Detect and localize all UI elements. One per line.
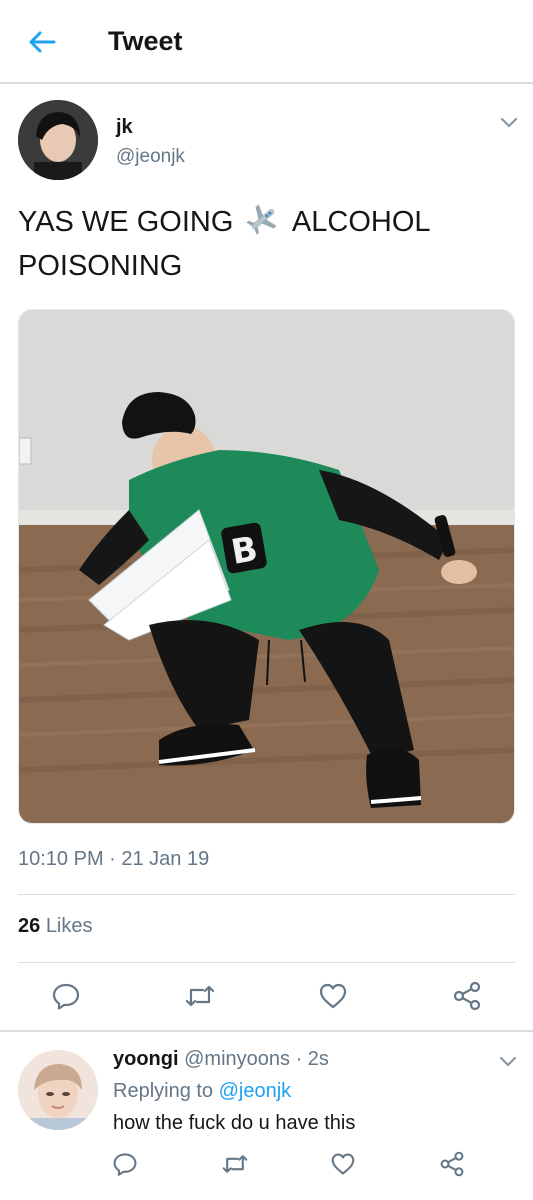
tweet-text: YAS WE GOING ALCOHOL POISONING (18, 200, 518, 288)
replying-to: Replying to @jeonjk (113, 1080, 291, 1103)
share-button[interactable] (436, 1148, 468, 1180)
share-icon (453, 981, 481, 1011)
reply-button[interactable] (48, 978, 84, 1014)
reply-button[interactable] (109, 1148, 141, 1180)
like-button[interactable] (315, 978, 351, 1014)
arrow-left-icon (29, 31, 56, 53)
reply-text: how the fuck do u have this (113, 1112, 356, 1134)
heart-icon (331, 1153, 355, 1175)
airplane-icon (245, 203, 281, 235)
tweet-photo[interactable]: B (18, 309, 515, 824)
chevron-down-icon (500, 117, 518, 128)
avatar-image (18, 1050, 98, 1130)
retweet-icon (185, 985, 215, 1007)
likes-number: 26 (18, 915, 41, 937)
tweet-timestamp[interactable]: 10:10 PM · 21 Jan 19 (18, 848, 209, 871)
back-button[interactable] (22, 24, 62, 60)
more-options-button[interactable] (496, 112, 522, 132)
reply-header: yoongi @minyoons · 2s (113, 1048, 329, 1071)
page-title: Tweet (108, 26, 183, 56)
photo-image: B (19, 310, 514, 823)
likes-label: Likes (45, 915, 93, 937)
retweet-icon (222, 1155, 248, 1173)
replying-to-link[interactable]: @jeonjk (219, 1080, 292, 1102)
author-name[interactable]: jk (116, 116, 133, 139)
likes-count[interactable]: 26 Likes (18, 915, 93, 938)
reply-tweet[interactable]: yoongi @minyoons · 2s Replying to @jeonj… (0, 1032, 533, 1200)
reply-icon (52, 983, 80, 1010)
heart-icon (319, 983, 347, 1009)
avatar-image (18, 100, 98, 180)
more-options-button[interactable] (496, 1052, 520, 1070)
avatar[interactable] (18, 100, 98, 180)
tweet-text-part1: YAS WE GOING (18, 206, 234, 238)
divider (18, 894, 515, 895)
like-button[interactable] (327, 1148, 359, 1180)
replying-to-label: Replying to (113, 1080, 214, 1102)
retweet-button[interactable] (219, 1148, 251, 1180)
avatar[interactable] (18, 1050, 98, 1130)
author-handle[interactable]: @jeonjk (116, 146, 185, 168)
retweet-button[interactable] (182, 978, 218, 1014)
chevron-down-icon (499, 1056, 517, 1067)
share-icon (440, 1151, 464, 1177)
tweet-actions (0, 978, 533, 1018)
share-button[interactable] (449, 978, 485, 1014)
reply-author-name[interactable]: yoongi (113, 1048, 179, 1070)
top-bar: Tweet (0, 0, 533, 84)
reply-actions (0, 1148, 533, 1182)
reply-author-handle[interactable]: @minyoons (184, 1048, 290, 1070)
reply-icon (113, 1153, 137, 1176)
divider (18, 962, 515, 963)
reply-time: · 2s (295, 1048, 329, 1070)
